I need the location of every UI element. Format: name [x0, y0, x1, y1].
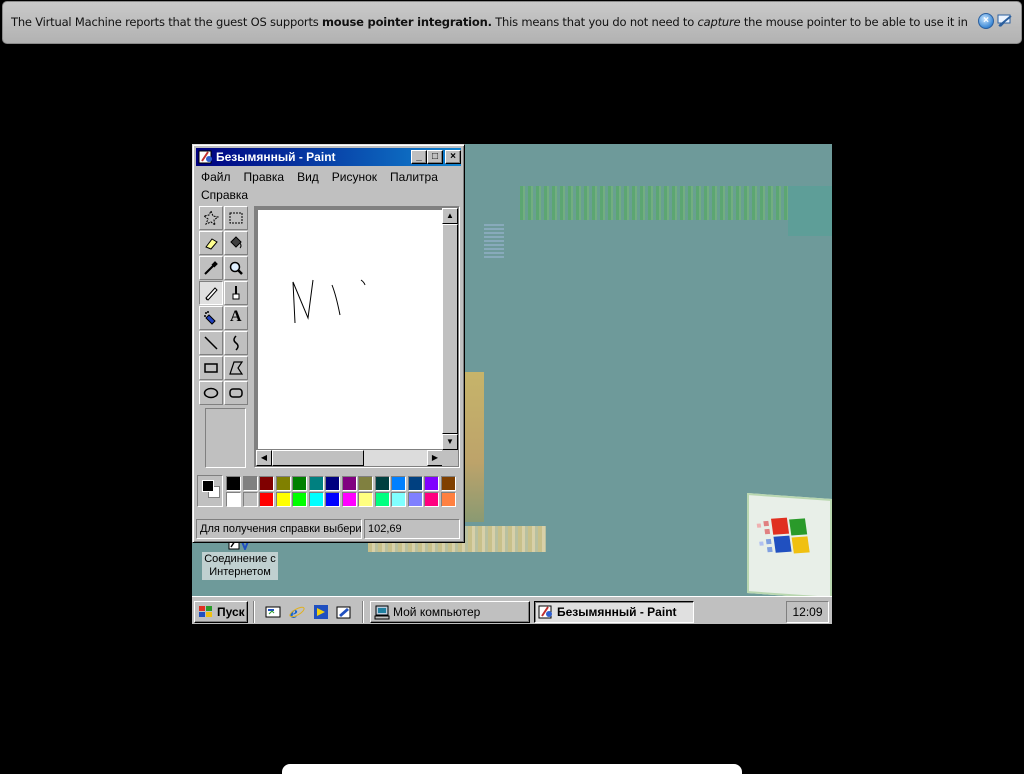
menu-file[interactable]: Файл — [197, 168, 231, 186]
paint-titlebar[interactable]: Безымянный - Paint _ □ × — [196, 148, 461, 166]
close-button[interactable]: × — [445, 150, 461, 164]
show-desktop-icon[interactable] — [264, 603, 282, 621]
palette-swatch[interactable] — [424, 476, 439, 491]
airbrush-icon[interactable] — [199, 306, 223, 330]
task-paint[interactable]: Безымянный - Paint — [534, 601, 694, 623]
scroll-right-button[interactable]: ▶ — [427, 450, 443, 466]
drawing-canvas[interactable] — [258, 210, 443, 449]
curve-icon[interactable] — [224, 331, 248, 355]
palette-swatch[interactable] — [440, 476, 456, 491]
minimize-button[interactable]: _ — [411, 150, 427, 164]
fill-bucket-icon[interactable] — [224, 231, 248, 255]
horizontal-scrollbar[interactable]: ◀ ▶ — [256, 450, 443, 466]
text-icon[interactable]: A — [224, 306, 248, 330]
palette-swatch[interactable] — [391, 476, 406, 491]
foreground-color — [202, 480, 214, 492]
palette-swatch[interactable] — [242, 476, 258, 491]
tool-options-box[interactable] — [205, 408, 246, 468]
palette-swatch[interactable] — [391, 492, 406, 507]
scroll-left-button[interactable]: ◀ — [256, 450, 272, 466]
system-tray-clock[interactable]: 12:09 — [786, 601, 829, 623]
start-button[interactable]: Пуск — [194, 601, 248, 623]
guest-screen[interactable]: Соединение с Интернетом Безымянный - Pain… — [192, 144, 832, 624]
start-label: Пуск — [217, 605, 245, 619]
pencil-icon[interactable] — [199, 281, 223, 305]
color-palette — [197, 475, 459, 509]
outlook-express-icon[interactable] — [335, 603, 353, 621]
eraser-icon[interactable] — [199, 231, 223, 255]
palette-swatch[interactable] — [259, 492, 274, 507]
menu-image[interactable]: Рисунок — [328, 168, 377, 186]
rounded-rect-icon[interactable] — [224, 381, 248, 405]
rectangle-icon[interactable] — [199, 356, 223, 380]
palette-swatch[interactable] — [374, 476, 390, 491]
palette-swatch[interactable] — [440, 492, 456, 507]
bottom-edge-panel — [282, 764, 742, 774]
windows-flag-icon — [198, 605, 214, 619]
free-select-icon[interactable] — [199, 206, 223, 230]
palette-swatch[interactable] — [275, 476, 291, 491]
menu-colors[interactable]: Палитра — [386, 168, 438, 186]
maximize-button[interactable]: □ — [427, 150, 443, 164]
paint-window[interactable]: Безымянный - Paint _ □ × Файл Правка Вид Ри… — [192, 144, 465, 543]
vm-notification-bar: The Virtual Machine reports that the gue… — [2, 1, 1022, 44]
scroll-up-button[interactable]: ▲ — [442, 208, 458, 224]
palette-swatch[interactable] — [226, 492, 241, 507]
window-title: Безымянный - Paint — [216, 150, 336, 164]
palette-swatch[interactable] — [242, 492, 258, 507]
menu-view[interactable]: Вид — [293, 168, 319, 186]
line-icon[interactable] — [199, 331, 223, 355]
desktop-icon-label: Соединение с Интернетом — [202, 552, 278, 580]
vertical-scroll-thumb[interactable] — [442, 224, 458, 434]
polygon-icon[interactable] — [224, 356, 248, 380]
paint-app-icon — [538, 604, 554, 620]
vm-notification-text: The Virtual Machine reports that the gue… — [11, 15, 971, 29]
status-coordinates: 102,69 — [364, 519, 460, 539]
palette-swatch[interactable] — [226, 476, 241, 491]
palette-swatch[interactable] — [292, 492, 307, 507]
palette-swatch[interactable] — [358, 476, 373, 491]
windows-logo-card — [747, 493, 832, 599]
palette-swatch[interactable] — [341, 476, 357, 491]
close-circle-icon[interactable]: × — [978, 13, 994, 29]
channels-icon[interactable] — [312, 603, 330, 621]
palette-swatch[interactable] — [275, 492, 291, 507]
palette-swatch[interactable] — [358, 492, 373, 507]
palette-swatch[interactable] — [259, 476, 274, 491]
paint-app-icon[interactable] — [198, 149, 214, 165]
task-my-computer[interactable]: Мой компьютер — [370, 601, 530, 623]
color-picker-icon[interactable] — [199, 256, 223, 280]
scroll-down-button[interactable]: ▼ — [442, 434, 458, 450]
internet-explorer-icon[interactable]: e — [288, 603, 306, 622]
palette-swatch[interactable] — [341, 492, 357, 507]
canvas-area[interactable]: ▲ ▼ ◀ ▶ — [254, 206, 460, 468]
palette-swatch[interactable] — [374, 492, 390, 507]
palette-swatch[interactable] — [407, 492, 423, 507]
palette-swatch[interactable] — [292, 476, 307, 491]
palette-swatch[interactable] — [325, 492, 340, 507]
palette-swatch[interactable] — [308, 476, 324, 491]
current-colors[interactable] — [197, 475, 223, 507]
no-notification-icon[interactable] — [996, 13, 1014, 29]
palette-swatch[interactable] — [325, 476, 340, 491]
palette-swatch[interactable] — [424, 492, 439, 507]
magnifier-icon[interactable] — [224, 256, 248, 280]
brush-icon[interactable] — [224, 281, 248, 305]
palette-swatch[interactable] — [407, 476, 423, 491]
menu-bar: Файл Правка Вид Рисунок Палитра — [197, 168, 462, 186]
ellipse-icon[interactable] — [199, 381, 223, 405]
status-help-text: Для получения справки выбери — [196, 519, 362, 539]
horizontal-scroll-thumb[interactable] — [272, 450, 364, 466]
taskbar: Пуск e Мой компьютер Безымянный - Paint — [192, 596, 832, 624]
palette-swatch[interactable] — [308, 492, 324, 507]
vertical-scrollbar[interactable]: ▲ ▼ — [442, 208, 458, 450]
rect-select-icon[interactable] — [224, 206, 248, 230]
my-computer-icon — [374, 604, 390, 620]
status-bar: Для получения справки выбери 102,69 — [196, 519, 462, 539]
menu-edit[interactable]: Правка — [240, 168, 285, 186]
menu-help[interactable]: Справка — [201, 188, 248, 202]
